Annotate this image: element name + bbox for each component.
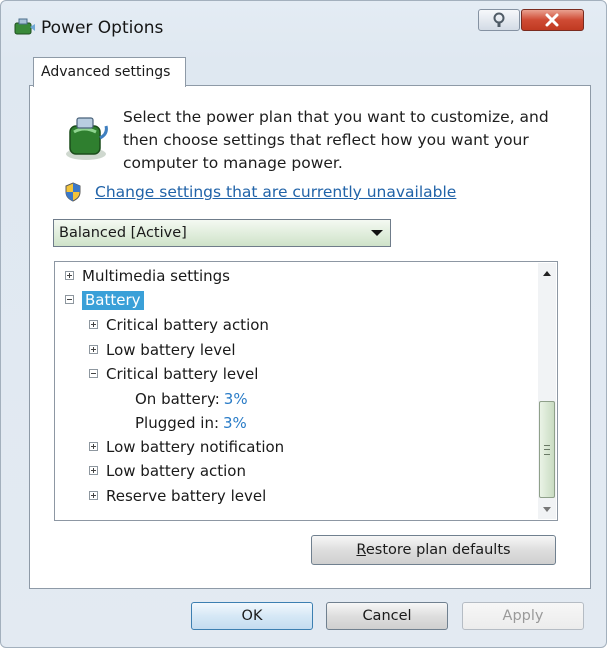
tree-item-label: Low battery action	[106, 462, 246, 480]
setting-label: On battery:	[135, 390, 220, 408]
tree-item-low-battery-action[interactable]: Low battery action	[89, 460, 246, 482]
close-icon	[545, 13, 559, 27]
tree-item-label: Reserve battery level	[106, 487, 267, 505]
tree-item-multimedia-settings[interactable]: Multimedia settings	[65, 265, 230, 287]
tree-item-critical-battery-level[interactable]: Critical battery level	[89, 363, 258, 385]
description-text: Select the power plan that you want to c…	[123, 108, 549, 172]
tree-item-battery[interactable]: Battery	[65, 289, 144, 311]
setting-plugged-in[interactable]: Plugged in: 3%	[135, 412, 247, 434]
restore-label: estore plan defaults	[365, 542, 511, 558]
advanced-settings-panel: Select the power plan that you want to c…	[29, 85, 591, 589]
tab-advanced-settings[interactable]: Advanced settings	[33, 57, 186, 87]
tree-item-label: Battery	[82, 291, 144, 310]
change-settings-link[interactable]: Change settings that are currently unava…	[95, 183, 456, 201]
collapse-icon[interactable]	[89, 369, 98, 378]
dropdown-arrow-icon[interactable]	[371, 230, 383, 236]
title-bar[interactable]: Power Options	[1, 1, 606, 47]
restore-mnemonic: R	[356, 542, 366, 558]
tree-item-label: Critical battery level	[106, 365, 259, 383]
tree-item-low-battery-level[interactable]: Low battery level	[89, 339, 236, 361]
power-plan-dropdown[interactable]: Balanced [Active]	[53, 219, 391, 247]
apply-button[interactable]: Apply	[462, 602, 584, 630]
setting-value-link[interactable]: 3%	[223, 414, 247, 432]
scroll-up-arrow-icon[interactable]	[543, 271, 551, 276]
tree-item-label: Low battery level	[106, 341, 236, 359]
power-options-icon	[13, 17, 37, 37]
expand-icon[interactable]	[89, 320, 98, 329]
setting-on-battery[interactable]: On battery: 3%	[135, 388, 248, 410]
shield-icon	[64, 182, 82, 202]
tree-item-label: Multimedia settings	[82, 267, 230, 285]
tree-item-critical-battery-action[interactable]: Critical battery action	[89, 314, 269, 336]
help-icon	[493, 12, 505, 27]
tree-item-label: Low battery notification	[106, 438, 285, 456]
expand-icon[interactable]	[65, 271, 74, 280]
tree-scrollbar[interactable]	[538, 263, 556, 519]
tree-item-low-battery-notification[interactable]: Low battery notification	[89, 436, 284, 458]
battery-plan-icon	[60, 110, 112, 162]
setting-label: Plugged in:	[135, 414, 220, 432]
setting-value-link[interactable]: 3%	[224, 390, 248, 408]
tree-item-reserve-battery-level[interactable]: Reserve battery level	[89, 485, 266, 507]
collapse-icon[interactable]	[65, 295, 74, 304]
tree-item-label: Critical battery action	[106, 316, 269, 334]
power-options-window: Power Options Advanced settings Select t…	[0, 0, 607, 648]
scroll-thumb[interactable]	[539, 401, 555, 498]
help-button[interactable]	[478, 9, 520, 31]
close-button[interactable]	[521, 9, 584, 31]
window-title: Power Options	[41, 18, 164, 38]
restore-plan-defaults-button[interactable]: Restore plan defaults	[311, 535, 556, 565]
grip-icon	[544, 445, 550, 455]
power-plan-value: Balanced [Active]	[59, 225, 187, 241]
settings-tree[interactable]: Multimedia settings Battery Critical bat…	[54, 261, 558, 521]
expand-icon[interactable]	[89, 345, 98, 354]
expand-icon[interactable]	[89, 466, 98, 475]
expand-icon[interactable]	[89, 442, 98, 451]
scroll-down-arrow-icon[interactable]	[543, 507, 551, 512]
ok-button[interactable]: OK	[191, 602, 313, 630]
cancel-button[interactable]: Cancel	[326, 602, 448, 630]
expand-icon[interactable]	[89, 491, 98, 500]
